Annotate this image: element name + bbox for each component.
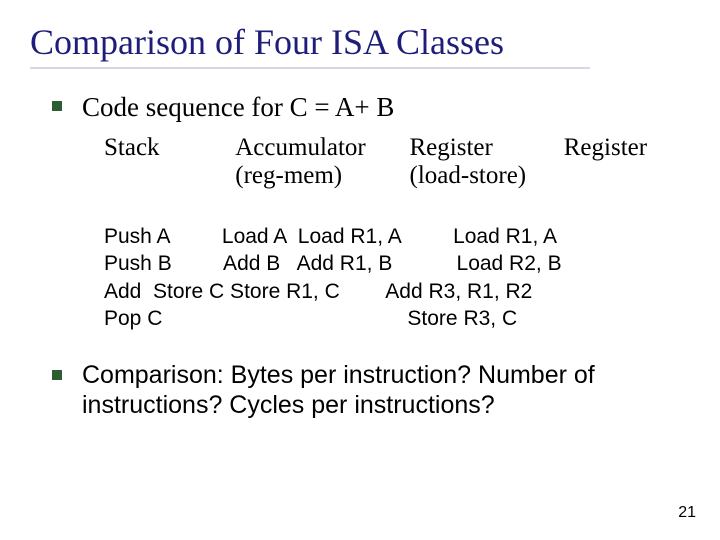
code-line-2: Push B Add B Add R1, B Load R2, B (104, 252, 562, 275)
bullet-1: Code sequence for C = A+ B (30, 91, 690, 123)
column-headers: Stack Accumulator Register Register (reg… (104, 134, 690, 190)
hdr-sub-regmem: (reg-mem) (235, 162, 403, 190)
code-line-4: Pop C Store R3, C (104, 307, 517, 330)
hdr-register-regmem: Register (410, 134, 558, 162)
hdr-accumulator: Accumulator (235, 134, 403, 162)
bullet-2: Comparison: Bytes per instruction? Numbe… (30, 360, 690, 420)
bullet-square-icon (52, 101, 62, 111)
page-number: 21 (678, 504, 696, 522)
hdr-sub-loadstore: (load-store) (410, 162, 558, 190)
hdr-register-loadstore: Register (564, 134, 647, 162)
bullet-square-icon (52, 370, 62, 380)
code-sequence: Push A Load A Load R1, A Load R1, A Push… (104, 196, 690, 332)
bullet-2-text: Comparison: Bytes per instruction? Numbe… (82, 360, 662, 420)
title-underline (30, 67, 590, 69)
bullet-1-text: Code sequence for C = A+ B (82, 91, 394, 123)
slide-title: Comparison of Four ISA Classes (30, 22, 690, 63)
hdr-stack: Stack (104, 134, 229, 162)
code-line-1: Push A Load A Load R1, A Load R1, A (104, 225, 557, 248)
code-line-3: Add Store C Store R1, C Add R3, R1, R2 (104, 280, 532, 303)
